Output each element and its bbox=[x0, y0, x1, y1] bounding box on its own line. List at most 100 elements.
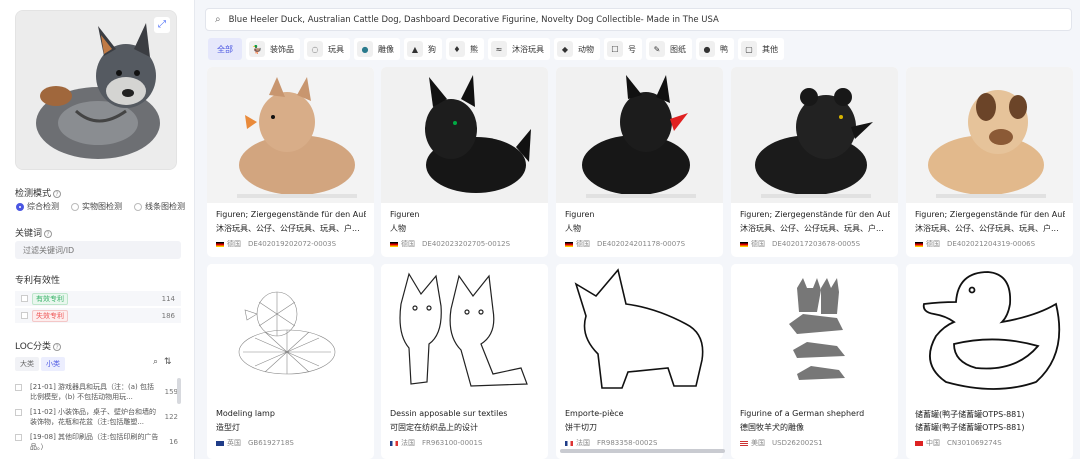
card-title: Figuren bbox=[565, 210, 595, 219]
card-meta: 法国 FR963100-0001S bbox=[390, 438, 482, 448]
card-subtitle: 沐浴玩具、公仔、公仔玩具、玩具、户... bbox=[216, 224, 360, 233]
card-subtitle: 储蓄罐(鸭子储蓄罐OTPS-881) bbox=[915, 423, 1025, 432]
france-flag-icon bbox=[390, 440, 398, 446]
checkbox[interactable] bbox=[21, 312, 28, 319]
scrollbar[interactable] bbox=[177, 378, 181, 404]
category-duck[interactable]: ● 鸭 bbox=[696, 38, 734, 60]
category-tabs: 全部 🦆 装饰品 ◌ 玩具 ● 雕像 ▲ 狗 ♦ 熊 ≈ 沐浴玩具 ◆ 动物 ☐ 号 ✎ 图纸 ●… bbox=[208, 38, 784, 60]
search-bar[interactable]: ⌕ Blue Heeler Duck, Australian Cattle Do… bbox=[205, 8, 1072, 31]
result-card[interactable]: Emporte-pièce 饼干切刀 法国 FR983358-0002S bbox=[556, 264, 723, 459]
detect-mode-group: 综合检测 实物图检测 线条图检测 bbox=[16, 201, 185, 212]
card-meta: 美国 USD262002S1 bbox=[740, 438, 823, 448]
result-card[interactable]: Figurine of a German shepherd 德国牧羊犬的雕像 美… bbox=[731, 264, 898, 459]
result-image bbox=[731, 67, 898, 203]
duck-piggy-bank-drawing-image bbox=[906, 264, 1073, 400]
black-cat-duck-image bbox=[556, 67, 723, 203]
loc-item-text: [21-01] 游戏器具和玩具（注：(a) 包括比例模型，(b) 不包括动物用玩… bbox=[30, 383, 155, 401]
card-meta: 德国 DE402019202072-0003S bbox=[216, 239, 336, 249]
two-dogs-sketch-image bbox=[381, 264, 548, 400]
wireframe-duck-lamp-image bbox=[207, 264, 374, 400]
result-card[interactable]: Modeling lamp 造型灯 英国 GB6192718S bbox=[207, 264, 374, 459]
category-bath-toy[interactable]: ≈ 沐浴玩具 bbox=[488, 38, 550, 60]
result-image bbox=[556, 264, 723, 400]
search-query[interactable]: Blue Heeler Duck, Australian Cattle Dog,… bbox=[229, 15, 719, 25]
animal-icon: ◆ bbox=[557, 41, 573, 57]
category-label: 其他 bbox=[762, 44, 778, 54]
number-icon: ☐ bbox=[607, 41, 623, 57]
statue-icon: ● bbox=[357, 41, 373, 57]
validity-invalid-row[interactable]: 失效专利 186 bbox=[15, 308, 181, 323]
checkbox[interactable] bbox=[15, 384, 22, 391]
decoration-icon: 🦆 bbox=[249, 41, 265, 57]
result-card[interactable]: Figuren; Ziergegenstände für den Auß... … bbox=[906, 67, 1073, 257]
count: 186 bbox=[161, 311, 175, 320]
germany-flag-icon bbox=[740, 241, 748, 247]
category-label: 熊 bbox=[470, 44, 478, 54]
result-card[interactable]: 储蓄罐(鸭子储蓄罐OTPS-881) 储蓄罐(鸭子储蓄罐OTPS-881) 中国… bbox=[906, 264, 1073, 459]
search-icon[interactable]: ⌕ bbox=[153, 357, 158, 367]
card-subtitle: 造型灯 bbox=[216, 423, 240, 432]
germany-flag-icon bbox=[565, 241, 573, 247]
help-icon[interactable]: ? bbox=[53, 342, 62, 351]
query-dog-duck-image bbox=[16, 11, 176, 169]
card-meta: 德国 DE402017203678-0005S bbox=[740, 239, 860, 249]
germany-flag-icon bbox=[915, 241, 923, 247]
black-bear-duck-image bbox=[731, 67, 898, 203]
card-title: Figuren; Ziergegenstände für den Auß... bbox=[740, 210, 890, 219]
german-shepherd-patent-drawing-image bbox=[731, 264, 898, 400]
germany-flag-icon bbox=[216, 241, 224, 247]
crop-icon[interactable]: ⤢ bbox=[154, 17, 170, 33]
result-card[interactable]: Figuren 人物 德国 DE402023202705-0012S bbox=[381, 67, 548, 257]
result-card[interactable]: Figuren; Ziergegenstände für den Auß... … bbox=[731, 67, 898, 257]
tab-major[interactable]: 大类 bbox=[15, 357, 39, 371]
category-dog[interactable]: ▲ 狗 bbox=[404, 38, 442, 60]
validity-label: 专利有效性 bbox=[15, 276, 61, 286]
help-icon[interactable]: ? bbox=[53, 189, 62, 198]
horizontal-scrollbar[interactable] bbox=[560, 449, 725, 453]
query-image[interactable]: ⤢ bbox=[15, 10, 177, 170]
sort-icon[interactable]: ⇅ bbox=[164, 357, 172, 367]
mode-combined[interactable]: 综合检测 bbox=[16, 201, 59, 212]
category-animal[interactable]: ◆ 动物 bbox=[554, 38, 600, 60]
result-card[interactable]: Figuren; Ziergegenstände für den Auß... … bbox=[207, 67, 374, 257]
category-decoration[interactable]: 🦆 装饰品 bbox=[246, 38, 300, 60]
validity-valid-row[interactable]: 有效专利 114 bbox=[15, 291, 181, 306]
loc-item[interactable]: [21-01] 游戏器具和玩具（注：(a) 包括比例模型，(b) 不包括动物用玩… bbox=[15, 382, 178, 402]
card-subtitle: 德国牧羊犬的雕像 bbox=[740, 423, 804, 432]
category-label: 号 bbox=[628, 44, 636, 54]
card-meta: 中国 CN301069274S bbox=[915, 438, 1002, 448]
keyword-label: 关键词? bbox=[15, 226, 53, 239]
result-card[interactable]: Figuren 人物 德国 DE402024201178-0007S bbox=[556, 67, 723, 257]
category-statue[interactable]: ● 雕像 bbox=[354, 38, 400, 60]
checkbox[interactable] bbox=[15, 409, 22, 416]
loc-item[interactable]: [11-02] 小装饰品，桌子、壁炉台和墙的装饰物，花瓶和花盆（注:包括雕塑..… bbox=[15, 407, 178, 427]
category-all[interactable]: 全部 bbox=[208, 38, 242, 60]
count: 114 bbox=[161, 294, 175, 303]
help-icon[interactable]: ? bbox=[44, 229, 53, 238]
card-title: Figuren bbox=[390, 210, 420, 219]
mode-physical[interactable]: 实物图检测 bbox=[71, 201, 122, 212]
card-subtitle: 饼干切刀 bbox=[565, 423, 597, 432]
loc-item[interactable]: [19-08] 其他印刷品（注:包括印刷的广告品。） 16 bbox=[15, 432, 178, 452]
result-card[interactable]: Dessin apposable sur textiles 可固定在纺织品上的设… bbox=[381, 264, 548, 459]
result-image bbox=[731, 264, 898, 400]
card-title: 储蓄罐(鸭子储蓄罐OTPS-881) bbox=[915, 410, 1025, 419]
category-drawing[interactable]: ✎ 图纸 bbox=[646, 38, 692, 60]
category-number[interactable]: ☐ 号 bbox=[604, 38, 642, 60]
category-other[interactable]: ▢ 其他 bbox=[738, 38, 784, 60]
tab-minor[interactable]: 小类 bbox=[41, 357, 65, 371]
dog-cookie-cutter-outline-image bbox=[556, 264, 723, 400]
mode-line[interactable]: 线条图检测 bbox=[134, 201, 185, 212]
category-label: 沐浴玩具 bbox=[512, 44, 544, 54]
keyword-input[interactable] bbox=[15, 241, 181, 259]
card-subtitle: 可固定在纺织品上的设计 bbox=[390, 423, 478, 432]
loc-item-count: 122 bbox=[164, 413, 178, 421]
category-toy[interactable]: ◌ 玩具 bbox=[304, 38, 350, 60]
result-image bbox=[906, 67, 1073, 203]
checkbox[interactable] bbox=[15, 434, 22, 441]
checkbox[interactable] bbox=[21, 295, 28, 302]
card-title: Figurine of a German shepherd bbox=[740, 409, 865, 418]
category-bear[interactable]: ♦ 熊 bbox=[446, 38, 484, 60]
category-label: 全部 bbox=[217, 44, 233, 54]
result-image bbox=[906, 264, 1073, 400]
